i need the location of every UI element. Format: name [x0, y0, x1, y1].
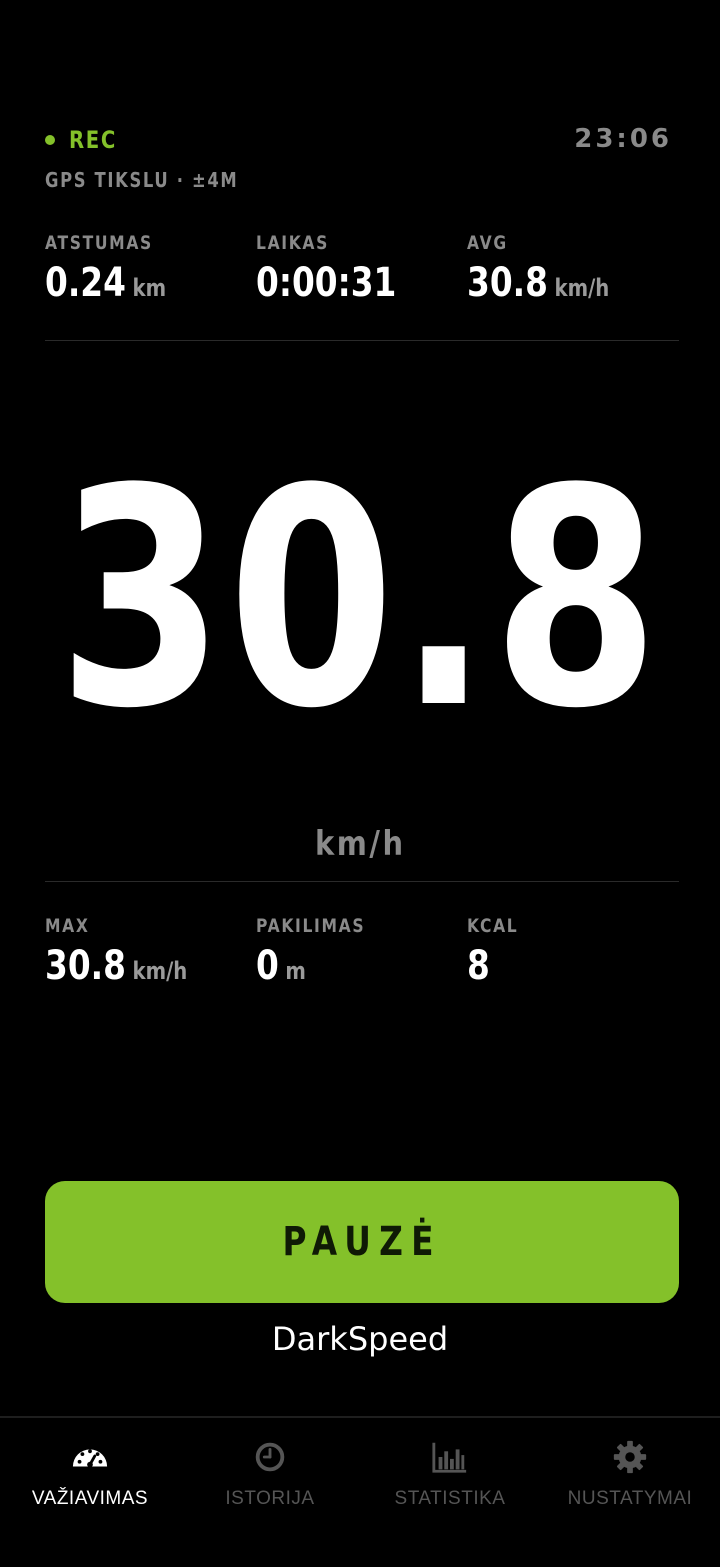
- nav-item-riding[interactable]: VAŽIAVIMAS: [0, 1418, 180, 1567]
- stat-unit: km: [132, 274, 167, 302]
- bottom-stats: MAX 30.8 km/h PAKILIMAS 0 m KCAL 8: [45, 915, 679, 989]
- stat-label: ATSTUMAS: [45, 232, 153, 254]
- speedometer-icon: [72, 1449, 108, 1468]
- stat-unit: km/h: [554, 274, 610, 302]
- nav-label: ISTORIJA: [225, 1488, 315, 1509]
- stat-value: 0: [256, 943, 279, 989]
- clock-icon: [255, 1442, 285, 1472]
- clock: 23:06: [574, 124, 672, 154]
- stat-label: MAX: [45, 915, 90, 937]
- stat-label: PAKILIMAS: [256, 915, 366, 937]
- stat-unit: m: [285, 957, 306, 985]
- brand-name: DarkSpeed: [271, 1320, 449, 1358]
- divider-bottom: [45, 881, 679, 882]
- nav-label: VAŽIAVIMAS: [31, 1488, 149, 1509]
- gps-accuracy: GPS TIKSLU · ±4M: [45, 168, 239, 192]
- stat-value: 30.8: [467, 260, 548, 306]
- speed-unit-label: km/h: [314, 824, 406, 864]
- stat-calories: KCAL 8: [467, 915, 678, 989]
- pause-button[interactable]: PAUZĖ: [45, 1181, 679, 1303]
- current-speed: 30.8: [57, 425, 663, 774]
- recording-indicator: REC: [45, 126, 128, 154]
- nav-item-statistics[interactable]: STATISTIKA: [360, 1418, 540, 1567]
- nav-item-history[interactable]: ISTORIJA: [180, 1418, 360, 1567]
- top-stats: ATSTUMAS 0.24 km LAIKAS 0:00:31 AVG 30.8…: [45, 232, 679, 306]
- bottom-nav: VAŽIAVIMAS ISTORIJA STATISTIKA NUSTATYMA…: [0, 1416, 720, 1567]
- stat-unit: km/h: [132, 957, 188, 985]
- speed-unit: km/h: [0, 824, 720, 864]
- divider-top: [45, 340, 679, 341]
- gear-icon: [613, 1440, 647, 1474]
- stat-time: LAIKAS 0:00:31: [256, 232, 467, 306]
- bar-chart-icon: [432, 1442, 467, 1473]
- stat-label: LAIKAS: [256, 232, 329, 254]
- recording-label: REC: [69, 126, 117, 154]
- speed-display: 30.8: [0, 440, 720, 760]
- stat-value: 30.8: [45, 943, 126, 989]
- stat-value: 0.24: [45, 260, 126, 306]
- stat-max-speed: MAX 30.8 km/h: [45, 915, 256, 989]
- stat-label: AVG: [467, 232, 508, 254]
- nav-label: NUSTATYMAI: [567, 1488, 693, 1509]
- stat-value: 8: [467, 943, 490, 989]
- recording-dot-icon: [45, 135, 55, 145]
- stat-label: KCAL: [467, 915, 519, 937]
- pause-button-label: PAUZĖ: [282, 1219, 442, 1265]
- stat-average-speed: AVG 30.8 km/h: [467, 232, 678, 306]
- nav-label: STATISTIKA: [394, 1488, 506, 1509]
- stat-elevation: PAKILIMAS 0 m: [256, 915, 467, 989]
- stat-value: 0:00:31: [256, 260, 397, 306]
- stat-distance: ATSTUMAS 0.24 km: [45, 232, 256, 306]
- nav-item-settings[interactable]: NUSTATYMAI: [540, 1418, 720, 1567]
